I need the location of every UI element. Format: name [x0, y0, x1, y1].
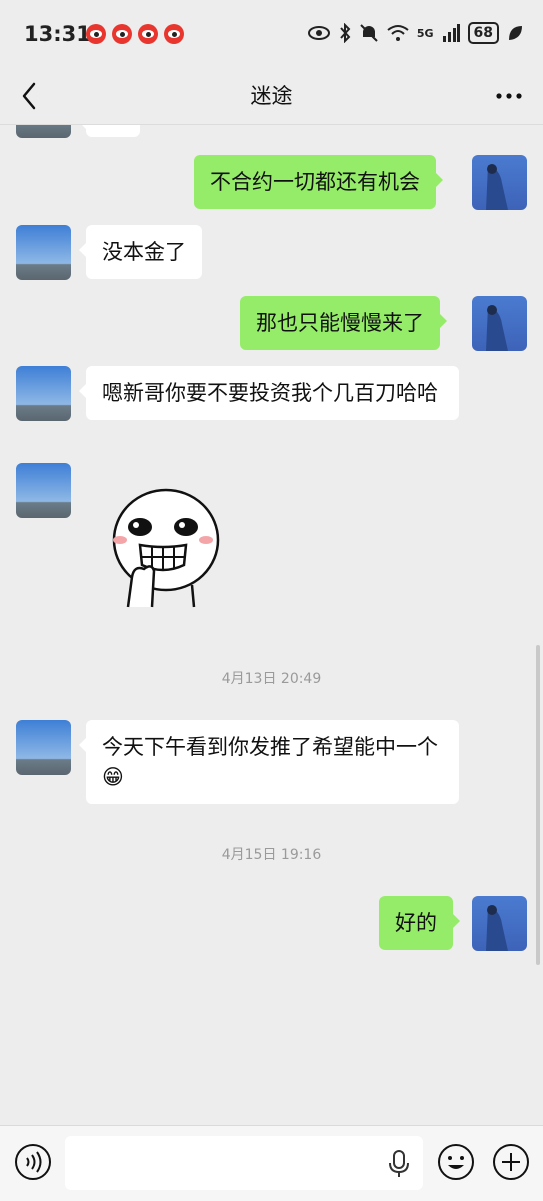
message-bubble[interactable]: 不合约一切都还有机会: [194, 155, 443, 209]
battery-indicator: 68: [467, 22, 499, 44]
notification-icons: [86, 24, 184, 44]
scrollbar[interactable]: [536, 645, 540, 965]
signal-label: 5G: [416, 26, 434, 40]
my-avatar[interactable]: [472, 296, 527, 351]
chat-header: 迷途: [0, 68, 543, 125]
bluetooth-icon: [340, 23, 351, 43]
eye-icon: [307, 26, 330, 40]
weibo-icon: [86, 24, 106, 44]
contact-avatar[interactable]: [16, 366, 71, 421]
more-options-button[interactable]: [493, 78, 525, 114]
my-avatar[interactable]: [472, 155, 527, 210]
mute-bell-icon: [360, 24, 378, 42]
contact-avatar[interactable]: [16, 225, 71, 280]
voice-toggle-button[interactable]: [14, 1143, 52, 1181]
contact-avatar[interactable]: [16, 463, 71, 518]
more-functions-button[interactable]: [492, 1143, 530, 1181]
message-input[interactable]: [65, 1136, 423, 1190]
my-avatar[interactable]: [472, 896, 527, 951]
timestamp: 4月13日 20:49: [221, 671, 322, 687]
message-list[interactable]: 不合约一切都还有机会 没本金了 那也只能慢慢来了 嗯新哥你要不要投资我个几百刀哈…: [0, 125, 543, 1125]
signal-icon: [442, 24, 460, 42]
contact-avatar[interactable]: [16, 720, 71, 775]
chat-title: 迷途: [250, 84, 293, 108]
weibo-icon: [164, 24, 184, 44]
microphone-icon[interactable]: [386, 1150, 412, 1178]
wifi-icon: [387, 25, 409, 41]
weibo-icon: [138, 24, 158, 44]
message-bubble[interactable]: 没本金了: [79, 225, 202, 279]
emoji-button[interactable]: [437, 1143, 475, 1181]
input-bar: [0, 1125, 543, 1201]
status-bar: 13:31 5G 68: [0, 0, 543, 68]
message-bubble[interactable]: [79, 125, 140, 137]
grinning-sticker[interactable]: [100, 485, 230, 610]
leaf-icon: [509, 26, 522, 40]
clock: 13:31: [24, 22, 91, 46]
message-bubble[interactable]: 今天下午看到你发推了希望能中一个😁: [79, 720, 459, 804]
message-bubble[interactable]: 那也只能慢慢来了: [240, 296, 447, 350]
system-icons: 5G 68: [307, 22, 523, 44]
contact-avatar[interactable]: [16, 125, 71, 138]
message-bubble[interactable]: 嗯新哥你要不要投资我个几百刀哈哈: [79, 366, 459, 420]
message-bubble[interactable]: 好的: [379, 896, 460, 950]
weibo-icon: [112, 24, 132, 44]
timestamp: 4月15日 19:16: [221, 847, 322, 863]
